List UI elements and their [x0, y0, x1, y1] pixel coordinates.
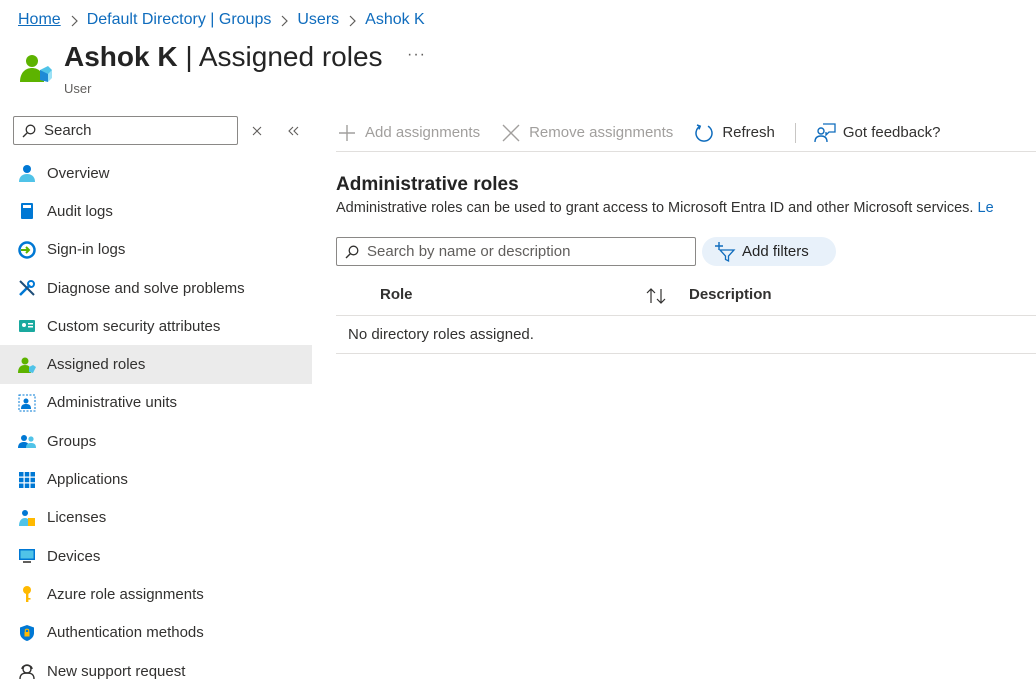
refresh-button[interactable]: Refresh — [693, 122, 775, 144]
admin-units-icon — [18, 394, 36, 412]
page-title-section: | Assigned roles — [185, 41, 383, 72]
sidebar-item-label: Audit logs — [47, 202, 113, 220]
sidebar-item-authentication-methods[interactable]: Authentication methods — [0, 614, 312, 652]
refresh-label: Refresh — [722, 124, 775, 141]
roles-table: Role Description No directory roles assi… — [336, 275, 1036, 354]
chevron-right-icon — [339, 12, 365, 28]
sidebar-search[interactable] — [13, 116, 238, 145]
toolbar-divider — [794, 122, 796, 143]
sidebar-item-label: Groups — [47, 432, 97, 450]
chevron-right-icon — [61, 12, 87, 28]
sidebar-item-sign-in-logs[interactable]: Sign-in logs — [0, 231, 312, 269]
book-icon — [18, 202, 36, 220]
sidebar-item-label: Devices — [47, 547, 101, 565]
table-header: Role Description — [336, 275, 1036, 316]
monitor-icon — [18, 547, 36, 565]
column-header-role[interactable]: Role — [380, 286, 413, 303]
sidebar-item-administrative-units[interactable]: Administrative units — [0, 384, 312, 422]
breadcrumb-home[interactable]: Home — [18, 11, 61, 29]
column-header-description[interactable]: Description — [689, 286, 772, 303]
user-icon — [18, 164, 36, 183]
id-card-icon — [18, 317, 36, 335]
sidebar-nav: Overview Audit logs Sign-in logs Diagnos… — [0, 154, 312, 690]
search-icon — [345, 245, 359, 258]
add-filters-button[interactable]: Add filters — [702, 237, 836, 266]
sidebar-item-label: Azure role assignments — [47, 585, 204, 603]
feedback-label: Got feedback? — [842, 124, 941, 141]
remove-assignments-label: Remove assignments — [529, 124, 674, 141]
license-icon — [18, 509, 36, 527]
sidebar-item-diagnose[interactable]: Diagnose and solve problems — [0, 269, 312, 307]
sidebar-item-label: Applications — [47, 471, 128, 489]
sidebar-item-label: Overview — [47, 164, 110, 182]
sort-icon[interactable] — [645, 285, 667, 307]
empty-table-message: No directory roles assigned. — [336, 316, 1036, 354]
sidebar-item-custom-security-attributes[interactable]: Custom security attributes — [0, 307, 312, 345]
sidebar-item-label: Diagnose and solve problems — [47, 279, 245, 297]
page-header: Ashok K | Assigned roles ··· User — [18, 40, 618, 100]
wrench-icon — [18, 279, 36, 297]
double-chevron-left-icon — [288, 126, 299, 136]
sidebar-item-azure-role-assignments[interactable]: Azure role assignments — [0, 575, 312, 613]
sidebar-item-new-support-request[interactable]: New support request — [0, 652, 312, 690]
chevron-right-icon — [271, 12, 297, 28]
sidebar-item-label: New support request — [47, 662, 186, 680]
sidebar-item-licenses[interactable]: Licenses — [0, 499, 312, 537]
plus-icon — [336, 122, 358, 144]
sidebar-item-overview[interactable]: Overview — [0, 154, 312, 192]
add-filters-label: Add filters — [742, 243, 809, 260]
breadcrumb-user[interactable]: Ashok K — [365, 11, 425, 29]
search-icon — [22, 124, 36, 137]
sidebar-item-groups[interactable]: Groups — [0, 422, 312, 460]
feedback-icon — [814, 122, 836, 144]
remove-assignments-button[interactable]: Remove assignments — [500, 122, 673, 144]
sidebar-item-assigned-roles[interactable]: Assigned roles — [0, 345, 312, 384]
sidebar-item-audit-logs[interactable]: Audit logs — [0, 192, 312, 230]
apps-grid-icon — [18, 471, 36, 489]
command-bar: Add assignments Remove assignments Refre… — [336, 114, 1036, 152]
groups-icon — [18, 432, 36, 450]
page-title: Ashok K | Assigned roles — [64, 41, 383, 73]
feedback-button[interactable]: Got feedback? — [814, 122, 941, 144]
refresh-icon — [693, 122, 715, 144]
sidebar-item-label: Assigned roles — [47, 356, 146, 374]
page-title-user: Ashok K — [64, 41, 178, 72]
collapse-sidebar-button[interactable] — [283, 121, 303, 141]
user-roles-icon — [20, 55, 52, 82]
clear-icon — [252, 126, 262, 136]
sidebar-item-label: Administrative units — [47, 394, 178, 412]
more-options-button[interactable]: ··· — [407, 46, 427, 70]
sidebar-item-label: Custom security attributes — [47, 317, 221, 335]
add-assignments-label: Add assignments — [365, 124, 481, 141]
sidebar-item-label: Sign-in logs — [47, 241, 126, 259]
clear-search-button[interactable] — [247, 121, 267, 141]
key-icon — [18, 585, 36, 603]
sidebar-item-applications[interactable]: Applications — [0, 460, 312, 498]
breadcrumb-users[interactable]: Users — [297, 11, 339, 29]
sidebar-item-label: Authentication methods — [47, 624, 204, 642]
section-title: Administrative roles — [336, 174, 519, 195]
sidebar-search-input[interactable] — [44, 122, 234, 139]
add-filter-icon — [715, 241, 736, 262]
roles-search[interactable] — [336, 237, 696, 266]
section-description: Administrative roles can be used to gran… — [336, 200, 1036, 216]
user-roles-icon — [18, 356, 36, 374]
breadcrumb-directory-groups[interactable]: Default Directory | Groups — [87, 11, 272, 29]
support-icon — [18, 662, 36, 680]
shield-icon — [18, 624, 36, 642]
sidebar-item-devices[interactable]: Devices — [0, 537, 312, 575]
learn-more-link[interactable]: Le — [978, 200, 994, 216]
roles-search-input[interactable] — [367, 243, 695, 260]
page-subtitle: User — [64, 81, 92, 96]
section-description-text: Administrative roles can be used to gran… — [336, 200, 974, 216]
add-assignments-button[interactable]: Add assignments — [336, 122, 480, 144]
close-icon — [500, 122, 522, 144]
breadcrumb: Home Default Directory | Groups Users As… — [18, 9, 425, 31]
sidebar-item-label: Licenses — [47, 509, 107, 527]
sign-in-icon — [18, 240, 36, 259]
